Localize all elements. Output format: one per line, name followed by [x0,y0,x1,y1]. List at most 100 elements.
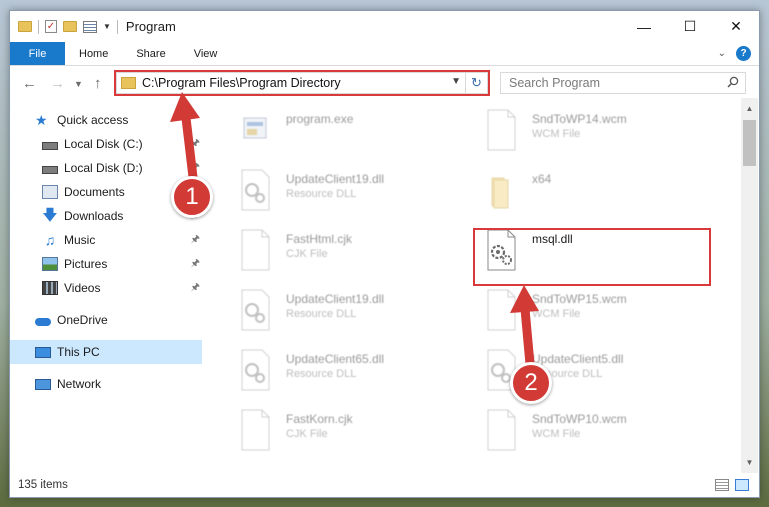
large-icons-view-icon[interactable] [735,479,749,491]
folder-icon[interactable] [18,21,32,32]
list-item[interactable]: UpdateClient5.dll Resource DLL [468,344,708,400]
drive-icon [42,142,58,150]
maximize-button[interactable]: ☐ [667,11,713,42]
sidebar-item-label: Documents [64,185,125,199]
sidebar-item-label: Quick access [57,113,129,127]
details-view-icon[interactable] [715,479,729,491]
cloud-icon [35,318,51,326]
dll-gear-icon [241,289,270,331]
sidebar-item-pictures[interactable]: Pictures 🖈 [10,252,202,276]
dll-gear-icon [241,169,270,211]
scroll-thumb[interactable] [743,120,756,166]
recent-locations-dropdown-icon[interactable]: ▼ [74,79,83,89]
file-type: WCM File [532,128,581,140]
quick-access-toolbar: ✓ ▼ [10,19,118,34]
properties-check-icon[interactable]: ✓ [45,20,57,33]
file-name: UpdateClient65.dll [286,352,385,366]
list-item[interactable]: SndToWP15.wcm WCM File [468,284,708,340]
sidebar-item-label: Pictures [64,257,108,271]
tab-share[interactable]: Share [122,48,179,60]
sidebar-item-label: Videos [64,281,101,295]
list-item[interactable]: UpdateClient19.dll Resource DLL [222,164,462,220]
up-arrow-icon[interactable]: ↑ [94,75,102,92]
minimize-button[interactable]: — [621,11,667,42]
vertical-scrollbar[interactable]: ▲ ▼ [741,98,758,473]
callout-badge-1: 1 [171,176,213,218]
blank-file-icon [241,229,270,271]
new-folder-icon[interactable] [63,21,77,32]
file-explorer-window: ✓ ▼ Program — ☐ ✕ File Home Share View ⌄… [9,10,760,498]
file-list: program.exe SndToWP14.wcm WCM File Updat… [212,108,740,468]
navigation-bar: ← → ▼ ↑ C:\Program Files\Program Directo… [10,70,759,98]
network-icon [35,378,51,390]
dll-gear-icon [241,349,270,391]
videos-icon [42,281,58,295]
file-type: CJK File [286,428,328,440]
file-type: Resource DLL [286,308,357,320]
pictures-icon [42,257,58,271]
list-item[interactable]: FastHtml.cjk CJK File [222,224,462,280]
scroll-down-arrow-icon[interactable]: ▼ [741,454,758,471]
help-icon[interactable]: ? [736,46,751,61]
separator [116,19,118,34]
file-type: Resource DLL [286,188,357,200]
list-item[interactable]: SndToWP10.wcm WCM File [468,404,708,460]
window-controls: — ☐ ✕ [621,11,759,42]
list-item[interactable]: UpdateClient65.dll Resource DLL [222,344,462,400]
sidebar-item-label: This PC [57,345,100,359]
forward-arrow-icon[interactable]: → [50,75,65,92]
list-item[interactable]: FastKorn.cjk CJK File [222,404,462,460]
callout-badge-2: 2 [510,362,552,404]
sidebar-item-onedrive[interactable]: OneDrive [10,308,202,332]
sidebar-item-label: Music [64,233,96,247]
folder-icon [491,177,509,209]
file-type: WCM File [532,428,581,440]
pin-icon[interactable]: 🖈 [191,280,200,297]
search-input[interactable]: Search Program [500,72,746,94]
tab-view[interactable]: View [180,48,232,60]
ribbon-tabs: File Home Share View ⌄ ? [10,42,759,66]
blank-file-icon [241,409,270,451]
pin-icon[interactable]: 🖈 [191,256,200,273]
file-name: FastKorn.cjk [286,412,353,426]
documents-icon [42,185,58,199]
window-title: Program [125,19,176,34]
sidebar-item-label: Downloads [64,209,124,223]
sidebar-item-label: OneDrive [57,313,108,327]
tab-file[interactable]: File [10,42,65,65]
blank-file-icon [487,409,516,451]
downloads-icon: 🡇 [42,207,58,224]
pin-icon[interactable]: 🖈 [191,232,200,249]
tab-home[interactable]: Home [65,48,122,60]
file-name: SndToWP14.wcm [532,112,627,126]
view-toggle [715,479,749,491]
status-bar: 135 items [10,473,759,497]
sidebar-item-label: Local Disk (C:) [64,137,143,151]
scroll-up-arrow-icon[interactable]: ▲ [741,100,758,117]
back-arrow-icon[interactable]: ← [22,75,37,92]
expand-ribbon-chevron-icon[interactable]: ⌄ [718,48,726,59]
customize-dropdown-icon[interactable]: ▼ [103,22,111,31]
list-item[interactable]: SndToWP14.wcm WCM File [468,104,708,160]
view-properties-icon[interactable] [83,20,97,33]
separator [38,19,39,34]
search-icon[interactable] [727,76,739,88]
sidebar-item-label: Local Disk (D:) [64,161,143,175]
music-icon: ♫ [44,232,56,248]
sidebar-item-videos[interactable]: Videos 🖈 [10,276,202,300]
file-name: FastHtml.cjk [286,232,352,246]
file-highlight-box [473,228,711,286]
sidebar-item-music[interactable]: ♫ Music 🖈 [10,228,202,252]
file-type: CJK File [286,248,328,260]
sidebar-item-network[interactable]: Network [10,372,202,396]
file-name: UpdateClient19.dll [286,292,385,306]
list-item[interactable]: program.exe [222,104,462,160]
search-placeholder: Search Program [509,76,601,90]
list-item[interactable]: x64 [468,164,708,220]
file-name: program.exe [286,112,354,126]
monitor-icon [35,346,51,358]
sidebar-item-this-pc[interactable]: This PC [10,340,202,364]
close-button[interactable]: ✕ [713,11,759,42]
list-item[interactable]: UpdateClient19.dll Resource DLL [222,284,462,340]
item-count: 135 items [18,479,68,491]
